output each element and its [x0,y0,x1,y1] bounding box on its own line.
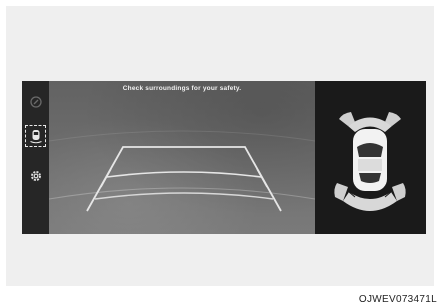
sidebar [22,81,49,234]
parking-view-icon [29,130,42,144]
sidebar-item-parking-view[interactable] [25,125,46,147]
infotainment-screen: Check surroundings for your safety. [22,81,426,234]
parking-sensor-diagram [334,112,406,211]
rear-camera-icon [29,96,42,108]
sidebar-item-settings[interactable] [25,165,46,187]
car-top-view-icon [353,129,387,191]
settings-gear-icon [30,171,41,181]
parking-guide-lines [49,130,315,212]
guide-crossbar-near [94,192,274,200]
guide-outline [86,146,282,212]
guide-crossbar-far [106,171,262,178]
parking-sensor-panel [315,81,426,234]
sidebar-item-rear-camera[interactable] [25,91,46,113]
rear-camera-view: Check surroundings for your safety. [49,81,315,234]
figure-code: OJWEV073471L [358,294,437,305]
rear-sensor-zone [343,192,397,211]
